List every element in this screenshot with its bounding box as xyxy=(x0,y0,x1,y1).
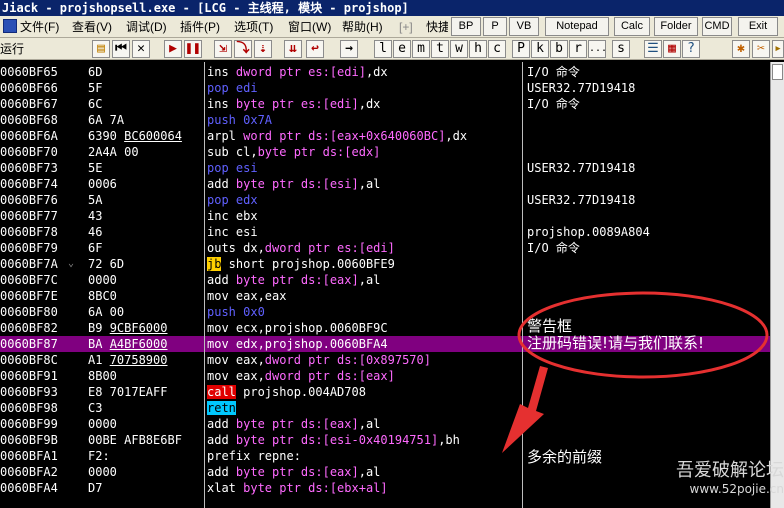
annotation-overlay xyxy=(502,291,769,453)
watermark: 吾爱破解论坛 www.52pojie.cn xyxy=(600,460,784,496)
watermark-line1: 吾爱破解论坛 xyxy=(676,460,784,481)
highlight-ellipse xyxy=(517,291,769,379)
watermark-line2: www.52pojie.cn xyxy=(689,482,784,496)
pointer-arrow xyxy=(502,366,548,453)
